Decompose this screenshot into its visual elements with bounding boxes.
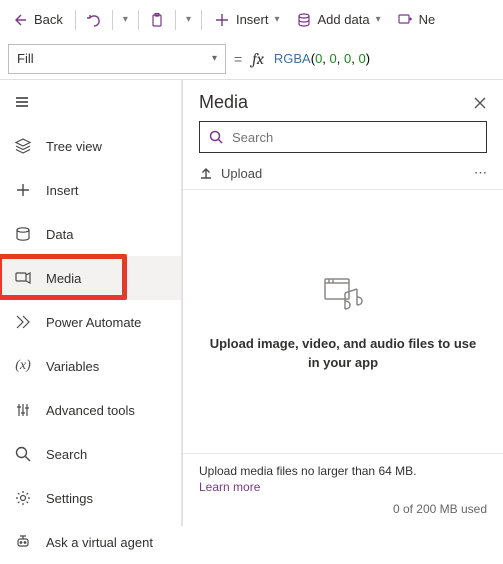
nav-label: Media [46,271,81,286]
formula-input[interactable]: RGBA(0, 0, 0, 0) [274,51,495,67]
chevron-down-icon: ▾ [123,14,128,25]
separator [175,10,176,30]
separator [138,10,139,30]
nav-label: Data [46,227,73,242]
media-panel: Media Upload ⋯ [182,80,503,526]
usage-text: 0 of 200 MB used [199,502,487,516]
insert-button[interactable]: Insert ▾ [208,8,286,32]
back-button[interactable]: Back [6,8,69,32]
separator [201,10,202,30]
plus-icon [14,181,32,199]
nav-label: Insert [46,183,79,198]
panel-header: Media [183,80,503,121]
search-icon [14,445,32,463]
chevron-down-icon: ▾ [212,53,217,64]
main-area: Tree view Insert Data Media Power [0,80,503,526]
empty-text: Upload image, video, and audio files to … [207,335,479,371]
search-icon [208,129,224,145]
property-label: Fill [17,51,34,66]
nav-item-insert[interactable]: Insert [0,168,181,212]
hamburger-button[interactable] [0,80,181,124]
new-screen-icon [397,12,413,28]
footer-message: Upload media files no larger than 64 MB. [199,464,487,478]
separator [75,10,76,30]
data-icon [14,225,32,243]
top-toolbar: Back ▾ ▾ Insert ▾ Add data ▾ N [0,0,503,40]
fx-icon[interactable]: fx [250,50,266,68]
search-wrap [183,121,503,161]
add-data-label: Add data [318,12,370,27]
database-icon [296,12,312,28]
layers-icon [14,137,32,155]
new-screen-button[interactable]: Ne [391,8,442,32]
nav-label: Tree view [46,139,102,154]
insert-label: Insert [236,12,269,27]
separator [112,10,113,30]
nav-item-tree-view[interactable]: Tree view [0,124,181,168]
nav-label: Variables [46,359,99,374]
nav-item-search[interactable]: Search [0,432,181,476]
panel-footer: Upload media files no larger than 64 MB.… [183,453,503,526]
nav-item-advanced-tools[interactable]: Advanced tools [0,388,181,432]
property-selector[interactable]: Fill ▾ [8,44,226,74]
formula-bar: Fill ▾ = fx RGBA(0, 0, 0, 0) [0,40,503,80]
arrow-left-icon [12,12,28,28]
chevron-down-icon: ▾ [274,14,279,25]
gear-icon [14,489,32,507]
learn-more-link[interactable]: Learn more [199,480,487,494]
undo-icon [86,12,102,28]
variable-icon: (x) [14,357,32,375]
nav-item-data[interactable]: Data [0,212,181,256]
tools-icon [14,401,32,419]
new-screen-label: Ne [419,12,436,27]
close-button[interactable] [473,96,487,110]
search-box[interactable] [199,121,487,153]
equals-label: = [234,51,242,67]
media-icon [14,269,32,287]
nav-item-media[interactable]: Media [0,256,181,300]
undo-split-button[interactable]: ▾ [119,10,132,29]
back-label: Back [34,12,63,27]
bot-icon [14,533,32,551]
upload-icon [199,166,213,180]
add-data-button[interactable]: Add data ▾ [290,8,387,32]
paste-split-button[interactable]: ▾ [182,10,195,29]
nav-label: Settings [46,491,93,506]
paste-button[interactable] [145,8,169,32]
nav-item-variables[interactable]: (x) Variables [0,344,181,388]
nav-label: Search [46,447,87,462]
more-button[interactable]: ⋯ [474,165,487,181]
panel-title: Media [199,92,248,113]
media-empty-icon [319,271,367,319]
panel-subbar: Upload ⋯ [183,161,503,190]
chevron-down-icon: ▾ [186,14,191,25]
undo-button[interactable] [82,8,106,32]
upload-label: Upload [221,166,262,181]
flow-icon [14,313,32,331]
clipboard-icon [149,12,165,28]
nav-label: Power Automate [46,315,141,330]
empty-state: Upload image, video, and audio files to … [183,190,503,453]
nav-label: Ask a virtual agent [46,535,153,550]
nav-item-virtual-agent[interactable]: Ask a virtual agent [0,520,181,564]
nav-item-settings[interactable]: Settings [0,476,181,520]
nav-label: Advanced tools [46,403,135,418]
search-input[interactable] [232,130,478,145]
plus-icon [214,12,230,28]
upload-button[interactable]: Upload [199,166,262,181]
nav-item-power-automate[interactable]: Power Automate [0,300,181,344]
left-nav: Tree view Insert Data Media Power [0,80,182,526]
formula-function: RGBA [274,51,311,66]
chevron-down-icon: ▾ [376,14,381,25]
